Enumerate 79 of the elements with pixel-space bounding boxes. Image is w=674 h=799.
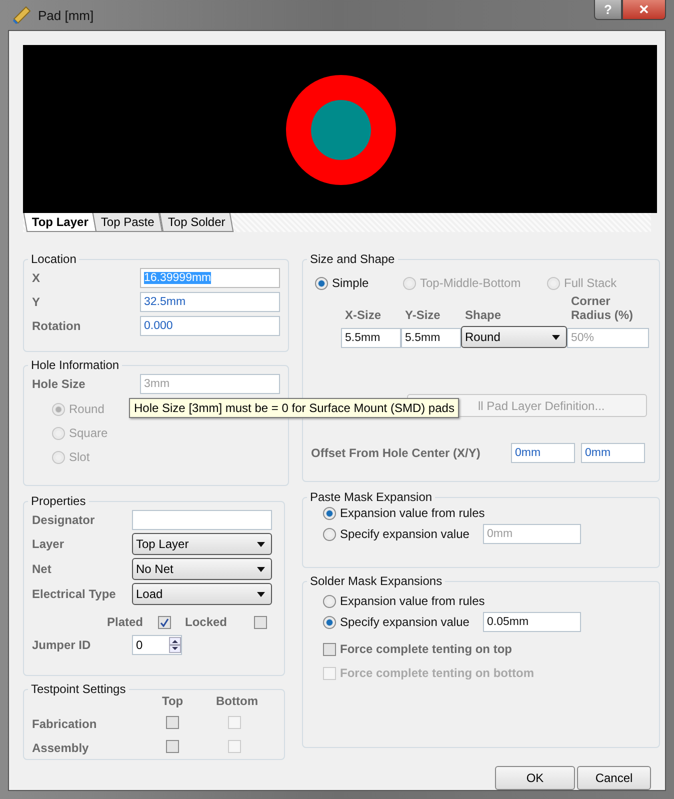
spinner-arrows-icon xyxy=(169,637,181,653)
column-header: Y-Size xyxy=(404,308,442,322)
checkbox[interactable] xyxy=(323,642,336,656)
input-field[interactable]: 0.000 xyxy=(140,316,280,336)
input-field[interactable]: 32.5mm xyxy=(140,292,280,312)
radio-label: Top-Middle-Bottom xyxy=(420,276,521,290)
group-title: Hole Information xyxy=(30,358,120,372)
group-title: Paste Mask Expansion xyxy=(309,490,434,504)
field-label: Electrical Type xyxy=(32,587,117,601)
input-field[interactable]: 0mm xyxy=(511,443,575,463)
tab[interactable]: Top Solder xyxy=(159,213,234,232)
tab[interactable]: Top Paste xyxy=(92,213,164,232)
radio-button[interactable] xyxy=(323,616,336,628)
input-field[interactable] xyxy=(132,510,272,530)
radio-button[interactable] xyxy=(323,528,336,540)
checkbox[interactable] xyxy=(228,740,241,753)
field-label: Designator xyxy=(32,513,96,527)
checkbox-label: Locked xyxy=(184,615,227,629)
field-label: X xyxy=(32,271,42,285)
field-label: Net xyxy=(32,562,52,576)
dropdown[interactable]: Round xyxy=(461,326,567,348)
radio-button[interactable] xyxy=(315,276,328,290)
radio-label: Simple xyxy=(332,276,369,290)
caret-icon xyxy=(552,334,560,340)
radio-label: Specify expansion value xyxy=(340,615,470,629)
checkbox[interactable] xyxy=(228,716,241,729)
input-field[interactable]: 5.5mm xyxy=(341,328,401,348)
radio-label: Round xyxy=(69,402,104,416)
dropdown[interactable]: Load xyxy=(132,583,272,605)
check-icon xyxy=(160,618,169,626)
checkbox-label: Force complete tenting on bottom xyxy=(340,666,534,680)
column-header: Top xyxy=(162,694,184,708)
radio-label: Square xyxy=(69,426,108,440)
group-title: Properties xyxy=(30,494,87,508)
field-label: Y xyxy=(32,295,42,309)
row-label: Fabrication xyxy=(32,717,97,731)
close-button[interactable]: ✕ xyxy=(622,0,666,20)
field-label: Offset From Hole Center (X/Y) xyxy=(311,446,482,460)
input-field[interactable]: 0mm xyxy=(581,443,645,463)
column-header: Corner Radius (%) xyxy=(570,294,634,322)
dropdown[interactable]: No Net xyxy=(132,558,272,580)
group-title: Testpoint Settings xyxy=(30,682,127,696)
tooltip: Hole Size [3mm] must be = 0 for Surface Mount (SMD) pads xyxy=(129,398,460,418)
checkbox-label: Force complete tenting on top xyxy=(340,642,512,656)
ruler-icon xyxy=(12,5,32,25)
field-label: Rotation xyxy=(32,319,82,333)
field-label: Jumper ID xyxy=(32,638,92,652)
radio-button[interactable] xyxy=(323,506,336,520)
caret-icon xyxy=(257,542,265,546)
checkbox-label: Plated xyxy=(106,615,143,629)
field-label: Layer xyxy=(32,537,66,551)
group-title: Solder Mask Expansions xyxy=(309,574,444,588)
radio-label: Full Stack xyxy=(564,276,617,290)
tab[interactable]: Top Layer xyxy=(23,213,98,232)
radio-label: Slot xyxy=(69,450,90,464)
checkbox[interactable] xyxy=(158,616,171,628)
checkbox[interactable] xyxy=(166,716,179,729)
window-title: Pad [mm] xyxy=(38,8,94,22)
checkbox[interactable] xyxy=(166,740,179,753)
column-header: X-Size xyxy=(344,308,382,322)
group-title: Size and Shape xyxy=(309,252,396,266)
column-header: Shape xyxy=(464,308,502,322)
ok-button[interactable]: OK xyxy=(495,766,575,790)
caret-icon xyxy=(257,566,265,572)
radio-label: Specify expansion value xyxy=(340,527,470,541)
input-field[interactable]: 5.5mm xyxy=(401,328,461,348)
field-label: Hole Size xyxy=(32,377,86,391)
caret-icon xyxy=(257,592,265,596)
spin-field[interactable]: 0 xyxy=(132,635,182,655)
dropdown[interactable]: Top Layer xyxy=(132,533,272,555)
radio-label: Expansion value from rules xyxy=(340,594,485,608)
radio-label: Expansion value from rules xyxy=(340,506,485,520)
row-label: Assembly xyxy=(32,741,89,755)
cancel-button[interactable]: Cancel xyxy=(577,766,651,790)
input-field[interactable]: 0.05mm xyxy=(483,612,581,632)
group-title: Location xyxy=(30,252,78,266)
column-header: Bottom xyxy=(216,694,258,708)
checkbox[interactable] xyxy=(254,616,267,628)
radio-button[interactable] xyxy=(323,594,336,608)
